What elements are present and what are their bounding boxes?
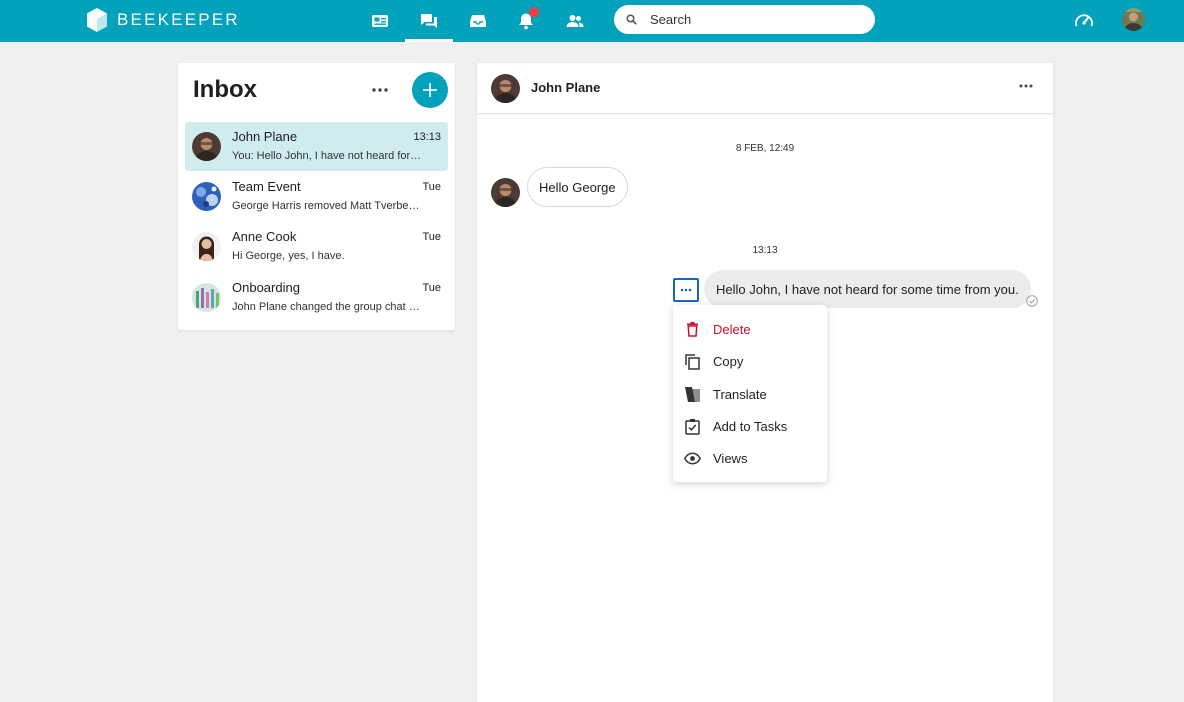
new-chat-button[interactable] (412, 72, 448, 108)
inbox-more-button[interactable] (368, 80, 392, 100)
avatar-image (491, 178, 520, 207)
menu-item-label: Views (713, 451, 748, 466)
trash-icon (687, 322, 698, 337)
conversation-time: 13:13 (413, 131, 441, 143)
nav-news-feed[interactable] (356, 0, 404, 42)
menu-item-delete[interactable]: Delete (673, 314, 827, 344)
inbox-tray-icon (470, 15, 486, 27)
menu-item-label: Add to Tasks (713, 419, 788, 434)
copy-icon (685, 354, 700, 370)
beekeeper-logo-icon (87, 8, 107, 32)
avatar (192, 132, 221, 161)
conversation-preview: George Harris removed Matt Tverberg from… (232, 200, 422, 212)
top-bar: BEEKEEPER (0, 0, 1184, 42)
conversation-preview: Hi George, yes, I have. (232, 250, 345, 262)
message-context-menu: Delete Copy Translate Add to Tasks Views (673, 305, 827, 482)
sender-avatar (491, 178, 520, 207)
translate-icon (685, 387, 700, 402)
menu-item-copy[interactable]: Copy (673, 346, 827, 376)
conversation-item[interactable]: Anne Cook Tue Hi George, yes, I have. (185, 222, 448, 271)
avatar-image (192, 232, 221, 261)
speedometer-icon[interactable] (1073, 10, 1095, 32)
conversation-item[interactable]: Onboarding Tue John Plane changed the gr… (185, 273, 448, 322)
conversation-item[interactable]: John Plane 13:13 You: Hello John, I have… (185, 122, 448, 171)
chat-header: John Plane (477, 63, 1053, 114)
conversation-name: John Plane (232, 129, 298, 144)
menu-item-label: Delete (713, 322, 751, 337)
inbox-panel: Inbox John Plane 13:13 You: Hello John, … (178, 63, 455, 330)
more-horizontal-icon (1019, 84, 1033, 88)
avatar-image (192, 132, 221, 161)
message-text: Hello John, I have not heard for some ti… (716, 281, 1019, 297)
date-separator: 8 FEB, 12:49 (735, 143, 795, 154)
brand-logo[interactable]: BEEKEEPER (86, 7, 240, 33)
avatar-image (192, 182, 221, 211)
chat-icon (421, 14, 437, 28)
avatar (192, 283, 221, 312)
notification-badge (529, 7, 539, 17)
conversation-name: Team Event (232, 179, 301, 194)
nav-inbox[interactable] (454, 0, 502, 42)
user-avatar[interactable] (1122, 8, 1145, 31)
chat-contact-name[interactable]: John Plane (531, 80, 600, 95)
conversation-item[interactable]: Team Event Tue George Harris removed Mat… (185, 172, 448, 221)
people-icon (566, 15, 584, 27)
more-horizontal-icon (372, 88, 388, 92)
eye-icon (684, 452, 701, 465)
menu-item-add-to-tasks[interactable]: Add to Tasks (673, 411, 827, 441)
inbox-title: Inbox (193, 76, 257, 103)
menu-item-views[interactable]: Views (673, 443, 827, 473)
nav-notifications[interactable] (502, 0, 550, 42)
avatar (192, 182, 221, 211)
read-receipt-icon (1026, 295, 1038, 307)
chat-more-button[interactable] (1014, 76, 1038, 96)
message-options-button[interactable] (673, 278, 699, 302)
avatar (192, 232, 221, 261)
conversation-time: Tue (422, 231, 441, 243)
search-input[interactable] (650, 12, 850, 27)
date-separator: 13:13 (752, 245, 778, 256)
task-checkbox-icon (685, 419, 700, 435)
conversation-preview: You: Hello John, I have not heard for so… (232, 150, 422, 162)
menu-item-label: Copy (713, 354, 744, 369)
conversation-name: Anne Cook (232, 229, 297, 244)
menu-item-translate[interactable]: Translate (673, 379, 827, 409)
conversation-time: Tue (422, 282, 441, 294)
nav-chats[interactable] (405, 0, 453, 42)
conversation-preview: John Plane changed the group chat name (232, 301, 422, 313)
brand-name: BEEKEEPER (117, 10, 240, 29)
conversation-time: Tue (422, 181, 441, 193)
incoming-message[interactable]: Hello George (527, 167, 628, 207)
more-horizontal-icon (680, 288, 692, 292)
conversation-name: Onboarding (232, 280, 300, 295)
avatar-image (192, 283, 221, 312)
message-text: Hello George (539, 179, 616, 195)
menu-item-label: Translate (713, 387, 767, 402)
contact-avatar[interactable] (491, 74, 520, 103)
nav-people[interactable] (551, 0, 599, 42)
search-box[interactable] (614, 5, 875, 34)
avatar-image (491, 74, 520, 103)
plus-icon (423, 83, 437, 97)
search-icon (626, 14, 637, 25)
user-avatar-image (1122, 8, 1145, 31)
news-feed-icon (372, 15, 388, 27)
outgoing-message[interactable]: Hello John, I have not heard for some ti… (704, 270, 1031, 308)
